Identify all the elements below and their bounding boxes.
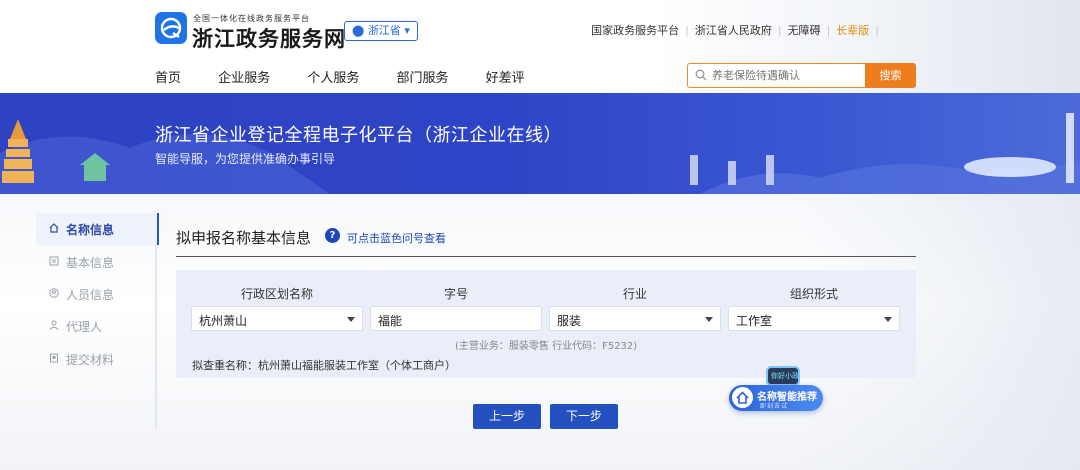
- search-button[interactable]: 搜索: [865, 63, 916, 88]
- brand-value: 福能: [378, 314, 403, 328]
- district-select[interactable]: 杭州萧山: [191, 306, 363, 331]
- link-national-platform[interactable]: 国家政务服务平台: [591, 22, 679, 38]
- sidebar-item-personnel-info[interactable]: 人员信息: [36, 278, 157, 310]
- user-icon: [49, 320, 59, 330]
- sidebar-item-name-info[interactable]: 名称信息: [36, 213, 159, 245]
- industry-select[interactable]: 服装: [549, 306, 721, 331]
- column-header-district: 行政区划名称: [240, 287, 313, 301]
- logo-icon[interactable]: [155, 12, 187, 44]
- robot-icon: 你好小政: [766, 366, 800, 386]
- caret-down-icon: [884, 317, 892, 322]
- search-icon: [695, 69, 707, 81]
- nav-personal[interactable]: 个人服务: [307, 67, 359, 86]
- column-header-org-form: 组织形式: [789, 287, 838, 301]
- home-icon: [732, 387, 753, 408]
- district-value: 杭州萧山: [199, 314, 248, 328]
- nav-review[interactable]: 好差评: [486, 67, 525, 86]
- help-hint: 可点击蓝色问号查看: [347, 232, 446, 245]
- header: 全国一体化在线政务服务平台 浙江政务服务网 ⬤ 浙江省 ▾ 国家政务服务平台 | 浙…: [0, 0, 1080, 93]
- next-step-button[interactable]: 下一步: [550, 404, 618, 429]
- logo-title[interactable]: 浙江政务服务网: [192, 23, 346, 53]
- location-pin-icon: ⬤: [352, 24, 365, 37]
- sidebar-item-submit-materials[interactable]: 提交材料: [36, 343, 157, 375]
- business-note: (主营业务：服装零售 行业代码：F5232): [455, 341, 638, 352]
- banner: 浙江省企业登记全程电子化平台（浙江企业在线） 智能导服，为您提供准确办事引导: [0, 93, 1080, 194]
- search-input[interactable]: [712, 67, 860, 84]
- name-recommend-widget[interactable]: 你好小政 名称智能推荐 即刻去试: [727, 366, 825, 412]
- sidebar-item-label: 基本信息: [66, 256, 115, 270]
- sidebar-item-label: 提交材料: [66, 353, 115, 367]
- sidebar-item-label: 人员信息: [66, 288, 115, 302]
- search-box: [687, 63, 865, 88]
- caret-down-icon: [705, 317, 713, 322]
- link-elder-version[interactable]: 长辈版: [836, 22, 869, 38]
- section-title: 拟申报名称基本信息: [176, 229, 312, 247]
- divider: [176, 256, 916, 257]
- link-accessibility[interactable]: 无障碍: [788, 22, 821, 38]
- banner-title: 浙江省企业登记全程电子化平台（浙江企业在线）: [155, 125, 562, 146]
- duplicate-check-name: 拟查重名称：杭州萧山福能服装工作室（个体工商户）: [192, 359, 456, 372]
- caret-down-icon: [347, 317, 355, 322]
- sidebar-item-label: 名称信息: [66, 223, 115, 237]
- person-circle-icon: [49, 288, 59, 298]
- nav-department[interactable]: 部门服务: [396, 67, 448, 86]
- column-header-brand: 字号: [443, 287, 468, 301]
- nav-home[interactable]: 首页: [155, 67, 181, 86]
- nav-enterprise[interactable]: 企业服务: [218, 67, 270, 86]
- industry-value: 服装: [557, 314, 582, 328]
- region-selector[interactable]: ⬤ 浙江省 ▾: [344, 21, 418, 41]
- banner-subtitle: 智能导服，为您提供准确办事引导: [155, 152, 336, 166]
- top-links: 国家政务服务平台 | 浙江省人民政府 | 无障碍 | 长辈版 |: [591, 22, 879, 38]
- link-provincial-gov[interactable]: 浙江省人民政府: [695, 22, 772, 38]
- step-sidebar: 名称信息 基本信息 人员信息 代理人 提交材料: [36, 213, 159, 429]
- sidebar-item-label: 代理人: [66, 320, 103, 334]
- caret-down-icon: ▾: [404, 24, 410, 37]
- file-icon: [50, 353, 58, 363]
- prev-step-button[interactable]: 上一步: [473, 404, 541, 429]
- document-icon: [49, 256, 59, 266]
- column-header-industry: 行业: [622, 287, 647, 301]
- form-panel: 行政区划名称 字号 行业 组织形式 杭州萧山 福能 服装 工作室 (主营业务：服…: [176, 270, 916, 378]
- org-form-select[interactable]: 工作室: [728, 306, 900, 331]
- brand-input[interactable]: 福能: [370, 306, 542, 331]
- help-question-icon[interactable]: ?: [325, 228, 340, 243]
- recommend-subtitle: 即刻去试: [760, 403, 789, 410]
- main-nav: 首页 企业服务 个人服务 部门服务 好差评: [155, 67, 558, 86]
- home-icon: [49, 223, 59, 233]
- org-form-value: 工作室: [736, 314, 773, 328]
- sidebar-item-basic-info[interactable]: 基本信息: [36, 246, 157, 278]
- sidebar-item-agent[interactable]: 代理人: [36, 310, 157, 342]
- region-label: 浙江省: [367, 24, 401, 37]
